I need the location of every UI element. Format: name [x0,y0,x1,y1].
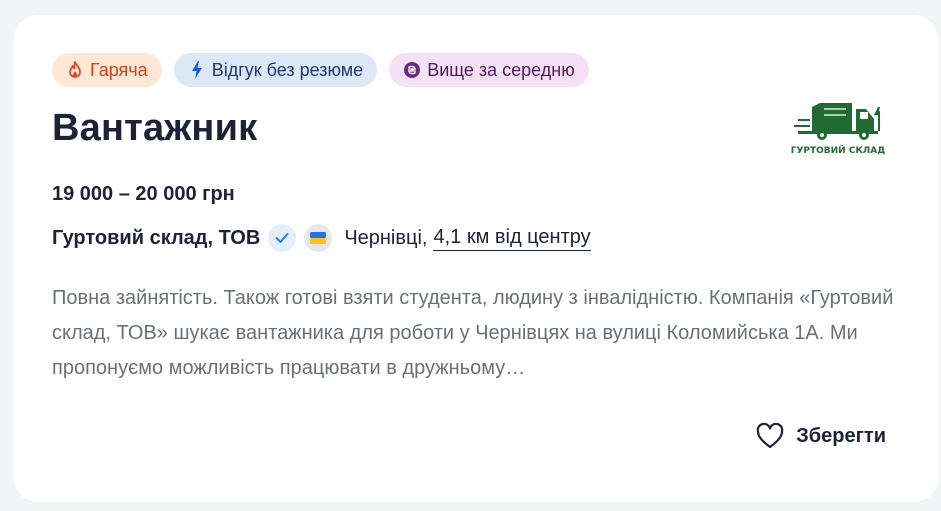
company-name[interactable]: Гуртовий склад, ТОВ [52,227,260,250]
tag-hot-label: Гаряча [90,59,148,80]
company-row: Гуртовий склад, ТОВ Чернівці, 4,1 км від… [52,223,591,253]
verified-badge[interactable] [268,224,297,252]
distance-link[interactable]: 4,1 км від центру [433,226,591,251]
tag-above-average: Вище за середню [389,53,589,87]
vacancy-title[interactable]: Вантажник [52,107,257,150]
save-button[interactable]: Зберегти [756,422,886,449]
tag-hot: Гаряча [52,53,162,87]
company-logo: ГУРТОВИЙ СКЛАД [790,97,886,159]
salary: 19 000 – 20 000 грн [52,183,235,205]
vacancy-description: Повна зайнятість. Також готові взяти сту… [52,287,894,379]
flame-icon [66,61,84,79]
company-logo-text: ГУРТОВИЙ СКЛАД [791,144,886,156]
tag-list: Гаряча Відгук без резюме Вище за середню [52,53,589,87]
heart-icon [756,422,784,449]
hryvnia-coin-icon [403,61,421,79]
tag-no-resume: Відгук без резюме [173,53,378,87]
lightning-icon [188,61,206,79]
checkmark-icon [275,227,289,250]
vacancy-card[interactable]: Гаряча Відгук без резюме Вище за середню [14,15,938,502]
city: Чернівці, [344,226,428,249]
ukraine-flag-icon [310,227,327,250]
ukraine-flag-badge[interactable] [304,224,333,252]
tag-no-resume-label: Відгук без резюме [211,59,364,80]
save-button-label: Зберегти [796,424,886,447]
tag-above-average-label: Вище за середню [427,59,575,80]
